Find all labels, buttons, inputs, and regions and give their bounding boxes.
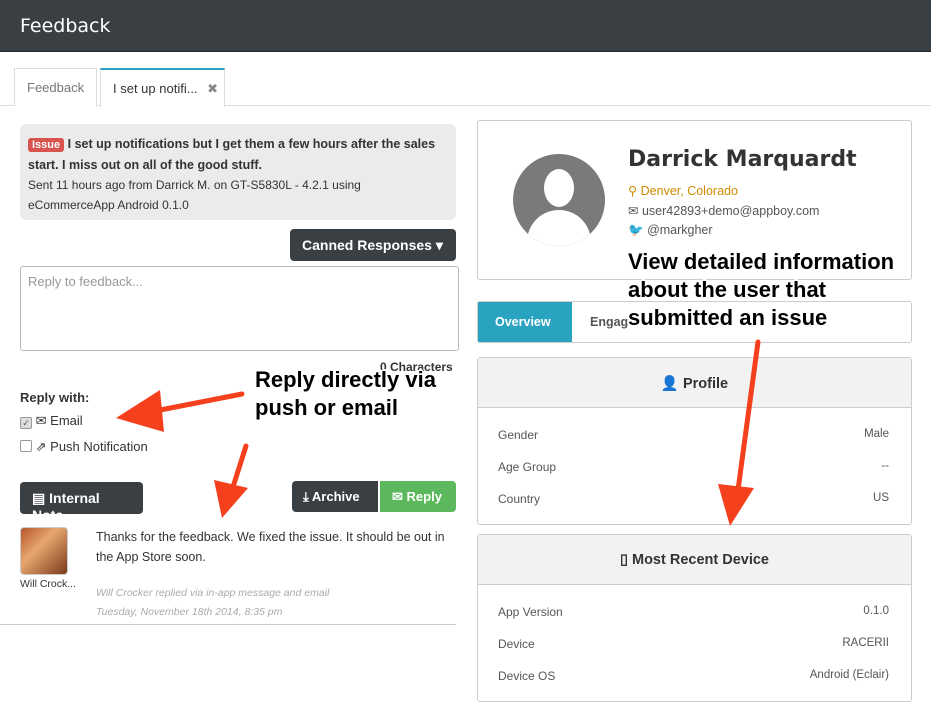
user-location: ⚲ Denver, Colorado	[628, 183, 738, 198]
device-panel: ▯ Most Recent Device App Version 0.1.0 D…	[477, 534, 912, 702]
tab-feedback-detail[interactable]: I set up notifi... ✖	[100, 68, 225, 107]
tab-feedback[interactable]: Feedback	[14, 68, 97, 106]
archive-button[interactable]: ⤓ Archive	[292, 481, 378, 512]
row-value: RACERII	[842, 637, 889, 649]
issue-badge: Issue	[28, 138, 65, 152]
issue-card: Issue I set up notifications but I get t…	[20, 124, 456, 220]
user-icon: 👤	[660, 376, 679, 392]
close-icon[interactable]: ✖	[207, 81, 218, 97]
issue-title: I set up notifications but I get them a …	[28, 137, 436, 172]
row-label: Gender	[498, 428, 539, 442]
user-avatar	[513, 154, 605, 246]
device-row: Device OS Android (Eclair)	[498, 669, 889, 683]
file-icon: ▤	[32, 490, 46, 506]
issue-meta: Sent 11 hours ago from Darrick M. on GT-…	[28, 178, 361, 212]
message-meta-author: Will Crocker replied via in-app message …	[96, 587, 330, 599]
annotation-user-info: View detailed information about the user…	[628, 249, 895, 330]
share-icon: ⇗	[35, 439, 47, 454]
annotation-reply: Reply directly via push or email	[255, 367, 436, 420]
profile-row: Country US	[498, 492, 889, 506]
arrow-to-reply	[229, 443, 249, 493]
user-twitter[interactable]: 🐦 @markgher	[628, 223, 713, 238]
user-email[interactable]: ✉ user42893+demo@appboy.com	[628, 203, 819, 218]
row-value: US	[873, 492, 889, 504]
message-meta-date: Tuesday, November 18th 2014, 8:35 pm	[96, 606, 283, 618]
avatar	[20, 527, 68, 575]
row-label: Device	[498, 637, 535, 651]
avatar-body	[527, 210, 591, 246]
mobile-icon: ▯	[619, 552, 628, 568]
avatar-head	[544, 169, 574, 207]
email-checkbox[interactable]: ✓	[20, 417, 32, 429]
profile-panel: 👤 Profile Gender Male Age Group -- Count…	[477, 357, 912, 525]
reply-input[interactable]: Reply to feedback...	[20, 266, 459, 351]
internal-note-button[interactable]: ▤ Internal Note	[20, 482, 143, 523]
row-value: Male	[864, 428, 889, 440]
reply-button[interactable]: ✉ Reply	[380, 481, 456, 512]
push-checkbox[interactable]	[20, 440, 32, 452]
row-value: 0.1.0	[863, 605, 889, 617]
row-label: Country	[498, 492, 541, 506]
tab-label: I set up notifi...	[113, 81, 198, 96]
user-email-text: user42893+demo@appboy.com	[641, 204, 820, 218]
envelope-icon: ✉	[35, 413, 47, 428]
reply-label: Reply	[406, 489, 442, 504]
row-label: Device OS	[498, 669, 556, 683]
row-label: App Version	[498, 605, 563, 619]
reply-with-label: Reply with:	[20, 390, 90, 405]
tab-engagement[interactable]: Engag	[590, 315, 628, 329]
user-name: Darrick Marquardt	[628, 147, 857, 172]
profile-panel-header: 👤 Profile	[478, 358, 911, 408]
profile-row: Gender Male	[498, 428, 889, 442]
push-option-label: Push Notification	[50, 439, 148, 454]
user-location-text: Denver, Colorado	[640, 184, 738, 198]
device-title: Most Recent Device	[632, 552, 769, 568]
arrow-to-options	[147, 391, 245, 415]
envelope-icon: ✉	[628, 204, 639, 218]
map-pin-icon: ⚲	[628, 184, 638, 198]
row-value: Android (Eclair)	[809, 669, 889, 681]
tab-overview[interactable]: Overview	[478, 302, 572, 342]
download-icon: ⤓	[303, 489, 309, 504]
email-option[interactable]: ✓ ✉ Email	[20, 413, 83, 429]
email-option-label: Email	[50, 413, 83, 428]
canned-responses-button[interactable]: Canned Responses ▾	[290, 229, 456, 261]
profile-row: Age Group --	[498, 460, 889, 474]
app-header: Feedback	[0, 0, 931, 52]
row-label: Age Group	[498, 460, 557, 474]
author-name: Will Crock...	[20, 578, 76, 590]
message-meta: Will Crocker replied via in-app message …	[96, 584, 329, 622]
app-title: Feedback	[20, 15, 111, 37]
profile-title: Profile	[682, 376, 729, 392]
arrow-head-reply	[214, 480, 248, 518]
divider	[0, 624, 456, 625]
device-panel-header: ▯ Most Recent Device	[478, 535, 911, 585]
push-option[interactable]: ⇗ Push Notification	[20, 439, 148, 455]
archive-label: Archive	[311, 489, 360, 504]
message-text: Thanks for the feedback. We fixed the is…	[96, 530, 445, 564]
device-row: Device RACERII	[498, 637, 889, 651]
tab-bar: Feedback I set up notifi... ✖	[0, 68, 931, 107]
device-row: App Version 0.1.0	[498, 605, 889, 619]
row-value: --	[881, 460, 889, 472]
arrow-head-options	[116, 390, 164, 432]
twitter-icon: 🐦	[628, 223, 644, 237]
user-twitter-text: @markgher	[647, 223, 713, 237]
envelope-icon: ✉	[392, 489, 403, 504]
